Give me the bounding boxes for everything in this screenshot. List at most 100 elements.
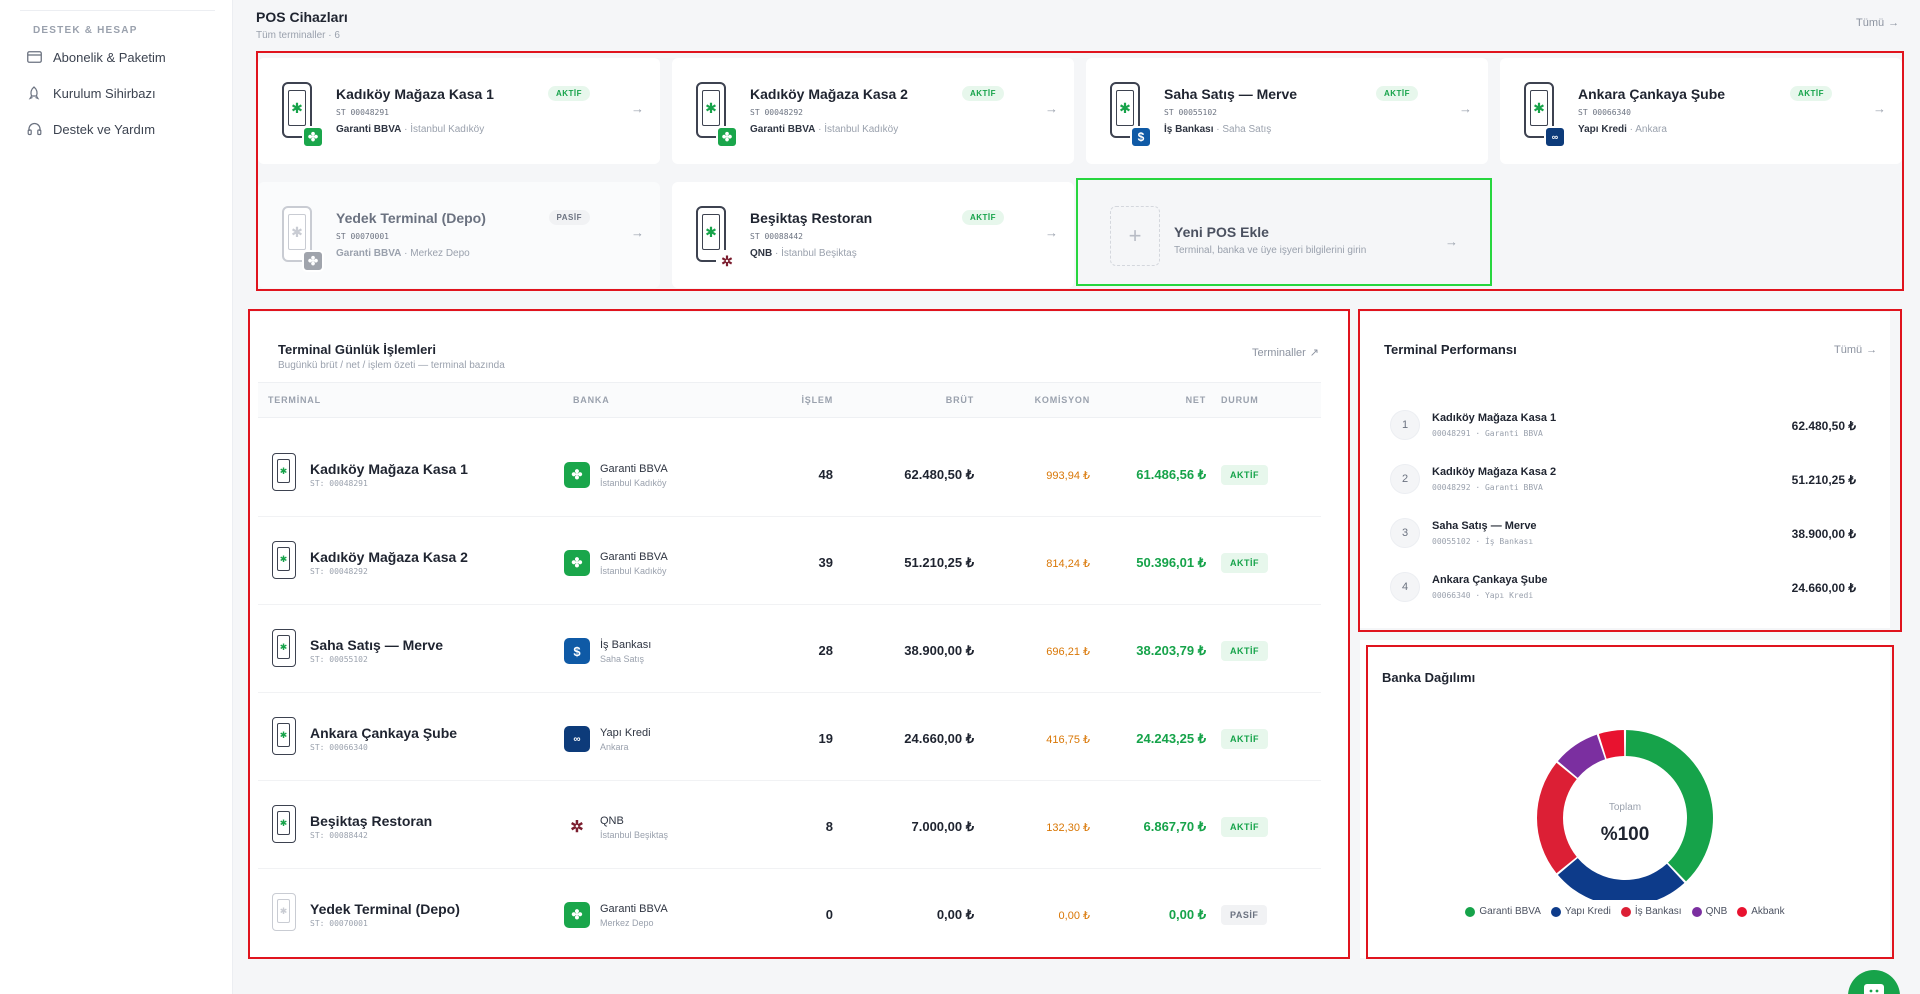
table-row[interactable]: ✱ Yedek Terminal (Depo) ST: 00070001 ✤ G… [258,869,1321,957]
performance-title: Terminal Performansı [1384,342,1517,357]
add-pos-card[interactable]: + Yeni POS Ekle Terminal, banka ve üye i… [1086,182,1488,288]
row-net: 24.243,25 ₺ [1136,731,1206,746]
pos-card-location: · İstanbul Kadıköy [815,124,899,135]
sidebar-section-title: DESTEK & HESAP [33,25,138,36]
pos-card-serial: ST 00066340 [1578,108,1631,117]
donut-center-label: Toplam [1609,802,1641,813]
performance-name: Ankara Çankaya Şube [1432,574,1548,586]
performance-value: 51.210,25 ₺ [1791,473,1856,487]
table-row[interactable]: ✱ Saha Satış — Merve ST: 00055102 $ İş B… [258,605,1321,693]
performance-row[interactable]: 2 Kadıköy Mağaza Kasa 2 00048292 · Garan… [1384,456,1868,504]
table-row[interactable]: ✱ Ankara Çankaya Şube ST: 00066340 ∞ Yap… [258,693,1321,781]
performance-row[interactable]: 1 Kadıköy Mağaza Kasa 1 00048291 · Garan… [1384,402,1868,450]
arrow-right-icon: → [1459,101,1472,116]
row-net: 50.396,01 ₺ [1136,555,1206,570]
sidebar-item-label: Destek ve Yardım [53,121,156,137]
sidebar-item-subscription[interactable]: Abonelik & Paketim [26,44,166,70]
row-bank-location: Ankara [600,742,629,752]
row-gross: 7.000,00 ₺ [911,819,975,834]
sidebar-item-label: Kurulum Sihirbazı [53,85,156,101]
pos-card[interactable]: ✱ $ Saha Satış — Merve ST 00055102 İş Ba… [1086,58,1488,164]
row-gross: 24.660,00 ₺ [904,731,974,746]
legend-dot [1620,906,1631,917]
row-bank-location: İstanbul Beşiktaş [600,830,669,840]
legend-label: Garanti BBVA [1479,906,1541,917]
row-bank-name: Garanti BBVA [600,463,668,475]
row-commission: 416,75 ₺ [1046,734,1090,746]
yapikredi-logo-icon: ∞ [564,726,590,752]
table-row[interactable]: ✱ Kadıköy Mağaza Kasa 1 ST: 00048291 ✤ G… [258,429,1321,517]
arrow-right-icon: → [1888,17,1900,29]
row-bank-name: Garanti BBVA [600,903,668,915]
status-badge: AKTİF [961,210,1004,225]
pos-card-name: Saha Satış — Merve [1164,86,1298,102]
donut-slice-2[interactable] [1537,762,1577,874]
row-commission: 814,24 ₺ [1046,558,1090,570]
performance-value: 62.480,50 ₺ [1791,419,1856,433]
headset-icon [26,121,42,137]
pos-device-icon: ✱ [272,541,296,579]
performance-all-label: Tümü [1834,344,1863,356]
arrow-right-icon: → [631,225,644,240]
table-row[interactable]: ✱ Kadıköy Mağaza Kasa 2 ST: 00048292 ✤ G… [258,517,1321,605]
legend-item[interactable]: İş Bankası [1620,906,1682,917]
arrow-right-icon: → [1866,344,1878,356]
pos-card-location: · İstanbul Beşiktaş [772,248,857,259]
performance-row[interactable]: 4 Ankara Çankaya Şube 00066340 · Yapı Kr… [1384,564,1868,612]
arrow-right-icon: → [631,101,644,116]
status-badge: PASİF [1221,905,1268,925]
pos-card-location: · Saha Satış [1213,124,1272,135]
col-commission: KOMİSYON [1034,395,1090,405]
pos-card-name: Kadıköy Mağaza Kasa 2 [750,86,908,102]
isbank-logo-icon: $ [564,638,590,664]
pos-card[interactable]: ✱ ✲ Beşiktaş Restoran ST 00088442 QNB · … [672,182,1074,288]
terminals-link[interactable]: Terminaller ↗ [1252,346,1320,360]
performance-all-link[interactable]: Tümü → [1834,344,1877,356]
arrow-right-icon: ↗ [1309,347,1320,359]
pos-card-meta: İş Bankası · Saha Satış [1164,124,1271,135]
row-terminal-serial: ST: 00066340 [310,743,368,752]
legend-dot [1550,906,1561,917]
col-ops: İŞLEM [801,395,833,405]
pos-card[interactable]: ✱ ✤ Kadıköy Mağaza Kasa 1 ST 00048291 Ga… [258,58,660,164]
legend-dot [1737,906,1748,917]
arrow-right-icon: → [1045,101,1058,116]
table-row[interactable]: ✱ Beşiktaş Restoran ST: 00088442 ✲ QNB İ… [258,781,1321,869]
garanti-logo-icon: ✤ [716,126,738,148]
pos-card[interactable]: ✱ ✤ Kadıköy Mağaza Kasa 2 ST 00048292 Ga… [672,58,1074,164]
legend-item[interactable]: Garanti BBVA [1465,906,1541,917]
status-badge: PASİF [548,210,590,225]
row-net: 38.203,79 ₺ [1136,643,1206,658]
pos-card[interactable]: ✱ ✤ Yedek Terminal (Depo) ST 00070001 Ga… [258,182,660,288]
pos-card[interactable]: ✱ ∞ Ankara Çankaya Şube ST 00066340 Yapı… [1500,58,1902,164]
legend-dot [1691,906,1702,917]
row-bank-name: QNB [600,815,624,827]
arrow-right-icon: → [1445,234,1458,249]
rocket-icon [26,85,42,101]
performance-meta: 00048291 · Garanti BBVA [1432,429,1543,438]
legend-item[interactable]: Akbank [1737,906,1785,917]
sidebar-item-setup-wizard[interactable]: Kurulum Sihirbazı [26,80,156,106]
row-terminal-name: Kadıköy Mağaza Kasa 2 [310,549,468,565]
legend-label: QNB [1705,906,1728,917]
legend-item[interactable]: Yapı Kredi [1550,906,1611,917]
row-terminal-name: Ankara Çankaya Şube [310,725,458,741]
transactions-panel: Terminal Günlük İşlemleri Bugünkü brüt /… [248,312,1348,958]
row-ops: 0 [825,907,833,922]
legend-item[interactable]: QNB [1691,906,1728,917]
pos-all-link[interactable]: Tümü → [1856,17,1899,29]
row-bank-name: İş Bankası [600,639,652,651]
donut-slice-1[interactable] [1557,858,1685,900]
status-badge: AKTİF [1221,641,1268,661]
pos-card-name: Yedek Terminal (Depo) [336,210,486,226]
row-net: 0,00 ₺ [1168,907,1206,922]
pos-device-icon: ✱ [272,893,296,931]
garanti-logo-icon: ✤ [302,250,324,272]
performance-row[interactable]: 3 Saha Satış — Merve 00055102 · İş Banka… [1384,510,1868,558]
sidebar-item-support[interactable]: Destek ve Yardım [26,116,155,142]
pos-card-meta: Yapı Kredi · Ankara [1578,124,1667,135]
garanti-logo-icon: ✤ [302,126,324,148]
qnb-logo-icon: ✲ [564,814,590,840]
status-badge: AKTİF [1789,86,1832,101]
rank-badge: 4 [1390,572,1420,602]
